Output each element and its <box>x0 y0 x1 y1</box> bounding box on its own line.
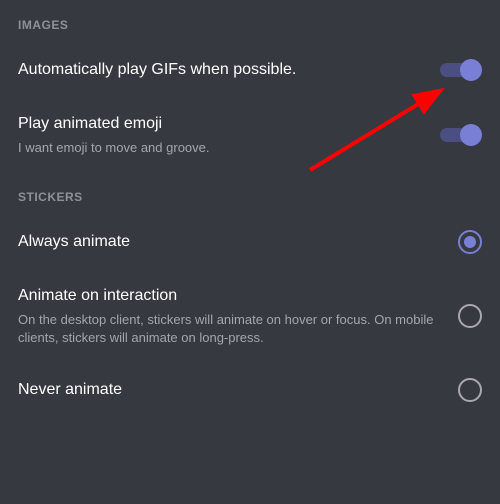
setting-row-auto-play-gifs: Automatically play GIFs when possible. <box>18 42 482 98</box>
radio-row-always-animate[interactable]: Always animate <box>18 214 482 270</box>
animated-emoji-toggle[interactable] <box>440 123 482 147</box>
toggle-knob <box>460 124 482 146</box>
section-header-stickers: STICKERS <box>18 172 482 214</box>
setting-title: Automatically play GIFs when possible. <box>18 60 426 81</box>
radio-subtitle: On the desktop client, stickers will ani… <box>18 311 444 346</box>
setting-subtitle: I want emoji to move and groove. <box>18 139 426 157</box>
radio-never-animate[interactable] <box>458 378 482 402</box>
section-header-images: IMAGES <box>18 0 482 42</box>
radio-title: Animate on interaction <box>18 286 444 307</box>
setting-row-animated-emoji: Play animated emoji I want emoji to move… <box>18 98 482 172</box>
radio-row-never-animate[interactable]: Never animate <box>18 362 482 418</box>
radio-row-animate-on-interaction[interactable]: Animate on interaction On the desktop cl… <box>18 270 482 362</box>
radio-title: Never animate <box>18 380 444 401</box>
radio-title: Always animate <box>18 232 444 253</box>
setting-title: Play animated emoji <box>18 114 426 135</box>
radio-always-animate[interactable] <box>458 230 482 254</box>
radio-animate-on-interaction[interactable] <box>458 304 482 328</box>
auto-play-gifs-toggle[interactable] <box>440 58 482 82</box>
toggle-knob <box>460 59 482 81</box>
